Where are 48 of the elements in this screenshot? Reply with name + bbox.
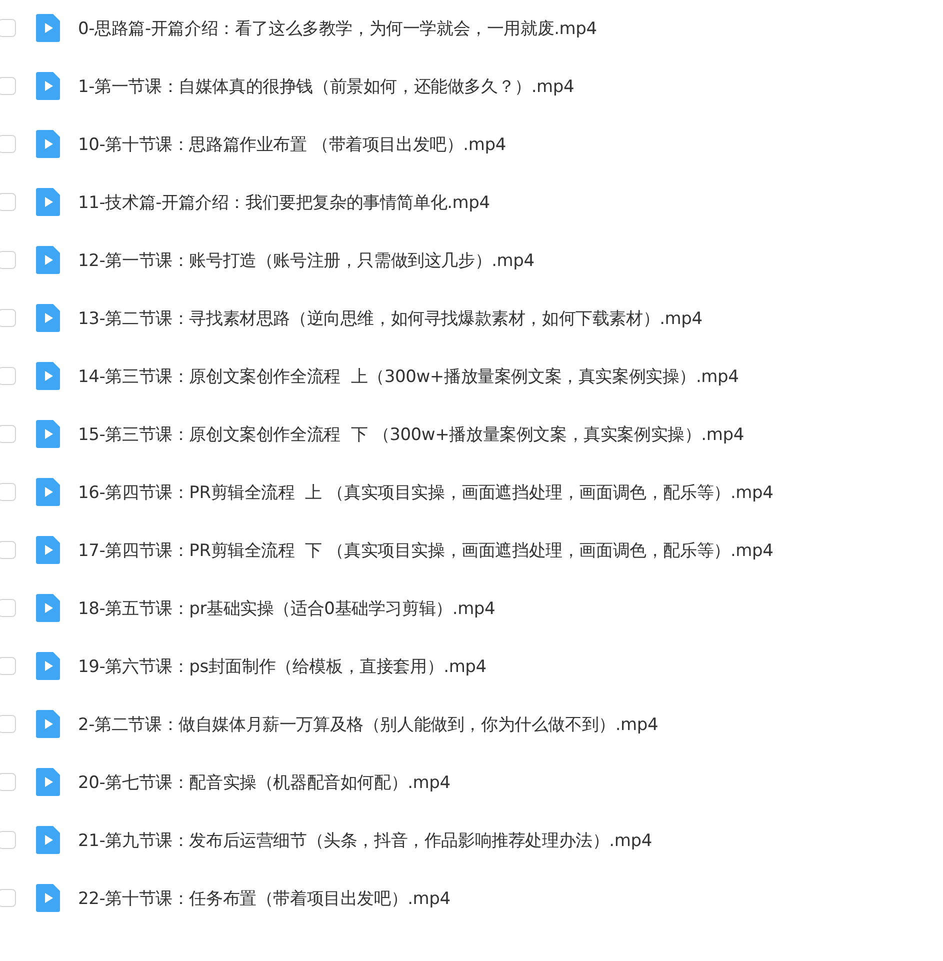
- video-file-icon: [36, 652, 60, 680]
- checkbox[interactable]: [0, 135, 16, 153]
- checkbox[interactable]: [0, 19, 16, 37]
- checkbox[interactable]: [0, 483, 16, 501]
- video-file-icon: [36, 478, 60, 506]
- checkbox[interactable]: [0, 831, 16, 849]
- file-name[interactable]: 12-第一节课：账号打造（账号注册，只需做到这几步）.mp4: [78, 248, 534, 272]
- video-file-icon: [36, 362, 60, 390]
- video-file-icon: [36, 188, 60, 216]
- checkbox[interactable]: [0, 251, 16, 269]
- file-name[interactable]: 11-技术篇-开篇介绍：我们要把复杂的事情简单化.mp4: [78, 190, 490, 214]
- checkbox[interactable]: [0, 367, 16, 385]
- file-name[interactable]: 18-第五节课：pr基础实操（适合0基础学习剪辑）.mp4: [78, 596, 496, 620]
- file-name[interactable]: 2-第二节课：做自媒体月薪一万算及格（别人能做到，你为什么做不到）.mp4: [78, 712, 658, 736]
- file-name[interactable]: 17-第四节课：PR剪辑全流程 下 （真实项目实操，画面遮挡处理，画面调色，配乐等）.mp4: [78, 538, 774, 562]
- checkbox[interactable]: [0, 77, 16, 95]
- file-name[interactable]: 14-第三节课：原创文案创作全流程 上（300w+播放量案例文案，真实案例实操）.mp4: [78, 364, 739, 388]
- checkbox[interactable]: [0, 193, 16, 211]
- checkbox[interactable]: [0, 309, 16, 327]
- checkbox[interactable]: [0, 773, 16, 791]
- video-file-icon: [36, 768, 60, 796]
- checkbox[interactable]: [0, 599, 16, 617]
- file-name[interactable]: 19-第六节课：ps封面制作（给模板，直接套用）.mp4: [78, 654, 486, 678]
- file-name[interactable]: 0-思路篇-开篇介绍：看了这么多教学，为何一学就会，一用就废.mp4: [78, 16, 597, 40]
- checkbox[interactable]: [0, 889, 16, 907]
- file-name[interactable]: 1-第一节课：自媒体真的很挣钱（前景如何，还能做多久？）.mp4: [78, 74, 574, 98]
- video-file-icon: [36, 246, 60, 274]
- file-name[interactable]: 16-第四节课：PR剪辑全流程 上 （真实项目实操，画面遮挡处理，画面调色，配乐等）.mp4: [78, 480, 774, 504]
- video-file-icon: [36, 304, 60, 332]
- checkbox[interactable]: [0, 425, 16, 443]
- file-name[interactable]: 13-第二节课：寻找素材思路（逆向思维，如何寻找爆款素材，如何下载素材）.mp4: [78, 306, 702, 330]
- video-file-icon: [36, 884, 60, 912]
- video-file-icon: [36, 130, 60, 158]
- file-name[interactable]: 10-第十节课：思路篇作业布置 （带着项目出发吧）.mp4: [78, 132, 506, 156]
- video-file-icon: [36, 14, 60, 42]
- checkbox[interactable]: [0, 657, 16, 675]
- video-file-icon: [36, 594, 60, 622]
- file-name[interactable]: 21-第九节课：发布后运营细节（头条，抖音，作品影响推荐处理办法）.mp4: [78, 828, 652, 852]
- video-file-icon: [36, 72, 60, 100]
- video-file-icon: [36, 826, 60, 854]
- video-file-icon: [36, 710, 60, 738]
- video-file-icon: [36, 536, 60, 564]
- checkbox[interactable]: [0, 715, 16, 733]
- video-file-icon: [36, 420, 60, 448]
- checkbox[interactable]: [0, 541, 16, 559]
- file-name[interactable]: 20-第七节课：配音实操（机器配音如何配）.mp4: [78, 770, 450, 794]
- file-name[interactable]: 15-第三节课：原创文案创作全流程 下 （300w+播放量案例文案，真实案例实操）.mp4: [78, 422, 744, 446]
- file-name[interactable]: 22-第十节课：任务布置（带着项目出发吧）.mp4: [78, 886, 450, 910]
